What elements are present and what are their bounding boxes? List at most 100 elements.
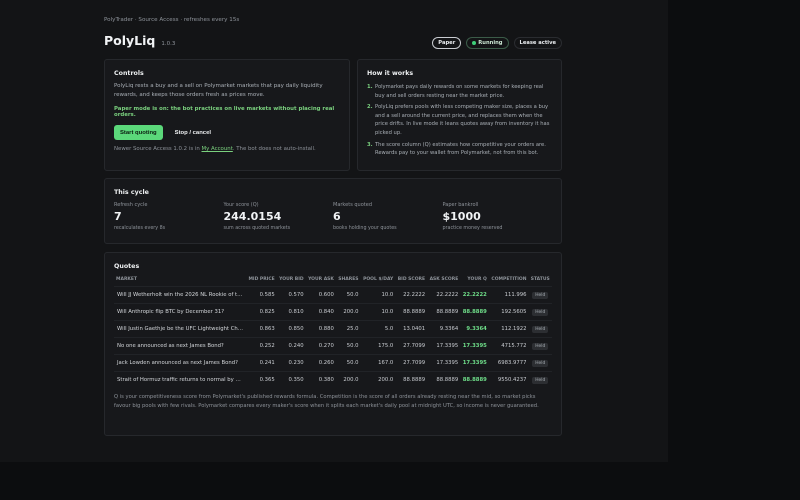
table-row[interactable]: Strait of Hormuz traffic returns to norm… [114,371,552,389]
stat-sub: books holding your quotes [333,226,397,231]
row-competition: 112.1922 [488,320,529,338]
col-your-ask: YOUR ASK [308,277,334,282]
stat-value: $1000 [442,210,481,223]
col-competition: COMPETITION [491,277,527,282]
row-shares: 50.0 [335,286,361,304]
row-ask-score: 9.3364 [427,320,461,338]
row-your-q: 88.8889 [460,303,489,321]
row-your-bid: 0.230 [276,354,306,372]
row-shares: 200.0 [335,371,361,389]
row-competition: 4715.772 [488,337,529,355]
row-mid-price: 0.252 [246,337,277,355]
quotes-card: Quotes MARKET MID PRICE YOUR BID YOUR AS… [104,252,562,436]
stat-sub: recalculates every 8s [114,226,166,231]
row-competition: 9550.4237 [488,371,529,389]
row-bid-score: 22.2222 [395,286,428,304]
stat-label: Refresh cycle [114,202,148,208]
stat-paper-bankroll: Paper bankroll $1000 practice money rese… [443,202,553,231]
paper-mode-pill[interactable]: Paper [432,37,462,49]
row-mid-price: 0.241 [246,354,277,372]
row-mid-price: 0.585 [246,286,277,304]
row-status: Held [528,371,552,389]
this-cycle-card: This cycle Refresh cycle 7 recalculates … [104,178,562,244]
status-badge: Held [532,359,549,367]
status-badge: Held [532,376,549,384]
how-it-works-card: How it works 1. Polymarket pays daily rew… [357,59,562,171]
row-status: Held [528,354,552,372]
row-your-ask: 0.840 [305,303,336,321]
quotes-table: MARKET MID PRICE YOUR BID YOUR ASK SHARE… [114,277,552,389]
stat-label: Your score (Q) [223,202,259,208]
status-badge: Held [532,291,549,299]
row-status: Held [528,303,552,321]
row-status: Held [528,286,552,304]
row-your-q: 17.3395 [460,337,489,355]
stat-value: 244.0154 [223,210,282,223]
running-dot-icon [472,41,477,45]
table-row[interactable]: Jack Lowden announced as next James Bond… [114,354,552,372]
col-status: STATUS [530,277,550,282]
running-pill-label: Running [478,40,503,46]
stat-sub: sum across quoted markets [223,226,291,231]
row-bid-score: 88.8889 [395,303,428,321]
lease-pill-label: Lease active [519,40,556,46]
row-competition: 6983.9777 [488,354,529,372]
app-version: 1.0.3 [161,41,176,47]
row-ask-score: 22.2222 [427,286,461,304]
paper-mode-note: Paper mode is on: the bot practices on l… [114,106,335,118]
row-market: No one announced as next James Bond? [114,337,246,355]
start-quoting-button[interactable]: Start quoting [114,125,163,140]
row-market: Will Anthropic flip BTC by December 31? [114,303,246,321]
status-badge: Held [532,325,549,333]
stat-value: 7 [114,210,122,223]
col-shares: SHARES [338,277,359,282]
header-topline: PolyTrader · Source Access · refreshes e… [104,17,240,23]
row-bid-score: 27.7099 [395,337,428,355]
row-mid-price: 0.365 [246,371,277,389]
row-pool: 5.0 [360,320,396,338]
row-your-q: 9.3364 [460,320,489,338]
control-buttons: Start quoting Stop / cancel [114,125,340,140]
row-your-bid: 0.350 [276,371,306,389]
quotes-body: Will JJ Wetherholt win the 2026 NL Rooki… [114,286,552,389]
update-suffix: . The bot does not auto-install. [232,146,316,152]
row-your-bid: 0.570 [276,286,306,304]
table-row[interactable]: Will Justin Gaethje be the UFC Lightweig… [114,320,552,338]
row-bid-score: 13.0401 [395,320,428,338]
row-pool: 10.0 [360,286,396,304]
row-your-ask: 0.600 [305,286,336,304]
stop-cancel-button[interactable]: Stop / cancel [169,125,217,140]
table-row[interactable]: Will JJ Wetherholt win the 2026 NL Rooki… [114,286,552,304]
table-row[interactable]: Will Anthropic flip BTC by December 31? 0… [114,303,552,321]
stat-value: 6 [333,210,341,223]
row-mid-price: 0.825 [246,303,277,321]
table-row[interactable]: No one announced as next James Bond? 0.25… [114,337,552,355]
how-step: 3. The score column (Q) estimates how com… [367,141,552,158]
step-text: The score column (Q) estimates how compe… [375,141,546,157]
controls-description: PolyLiq rests a buy and a sell on Polyma… [114,83,323,98]
stat-your-score: Your score (Q) 244.0154 sum across quote… [224,202,334,231]
row-ask-score: 88.8889 [427,371,461,389]
row-your-q: 17.3395 [460,354,489,372]
row-pool: 167.0 [360,354,396,372]
row-shares: 50.0 [335,354,361,372]
row-your-ask: 0.380 [305,371,336,389]
col-your-q: YOUR Q [467,277,487,282]
col-pool: POOL $/DAY [363,277,394,282]
row-ask-score: 17.3395 [427,354,461,372]
app-title: PolyLiq [104,33,156,48]
stat-label: Paper bankroll [442,202,479,208]
row-shares: 50.0 [335,337,361,355]
step-number: 1. [367,84,373,90]
col-your-bid: YOUR BID [279,277,304,282]
col-mid-price: MID PRICE [248,277,275,282]
row-pool: 200.0 [360,371,396,389]
row-market: Will Justin Gaethje be the UFC Lightweig… [114,320,246,338]
step-number: 3. [367,141,373,148]
my-account-link[interactable]: My Account [201,146,232,152]
row-your-bid: 0.810 [276,303,306,321]
how-step: 2. PolyLiq prefers pools with less compet… [367,103,552,137]
how-it-works-title: How it works [367,70,414,77]
row-competition: 111.996 [488,286,529,304]
update-note: Newer Source Access 1.0.2 is in My Accou… [114,146,340,152]
